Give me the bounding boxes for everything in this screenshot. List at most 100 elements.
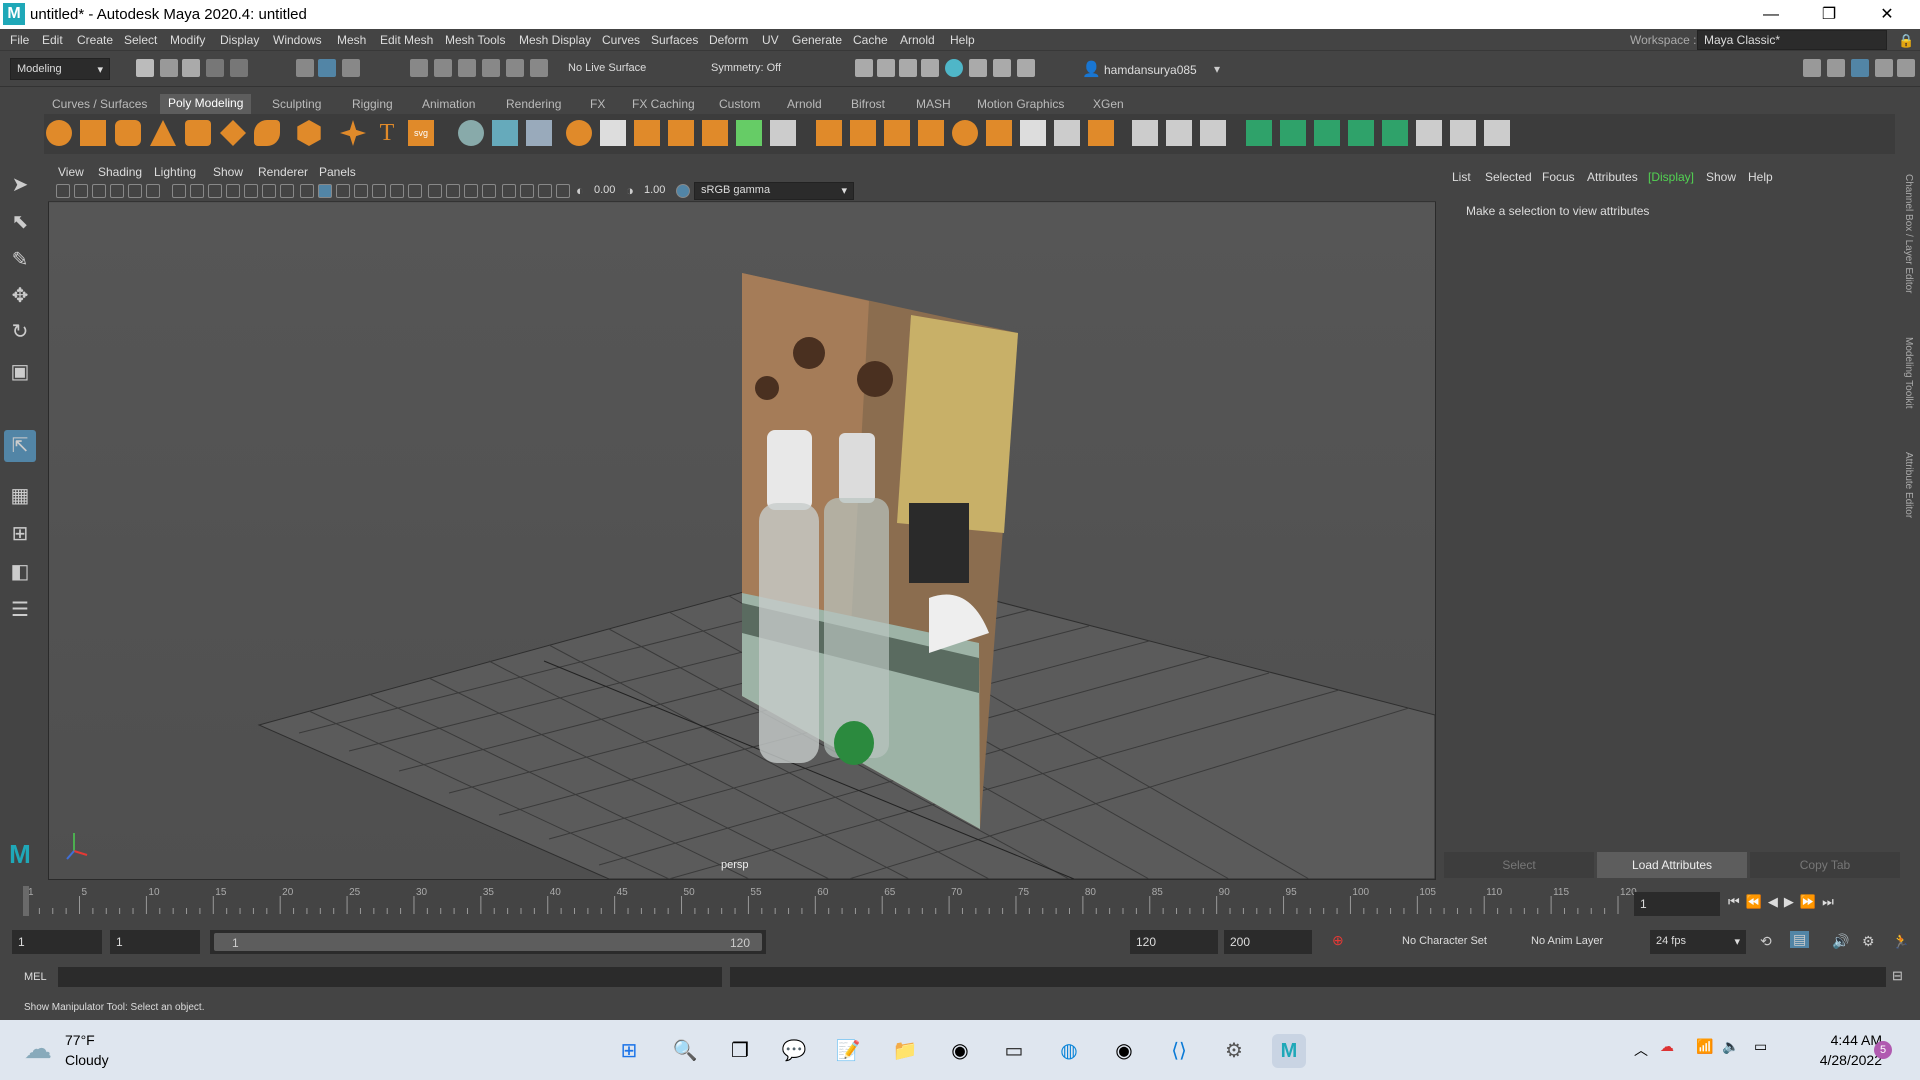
notification-badge[interactable]: 5	[1874, 1041, 1892, 1059]
ae-tab-display[interactable]: [Display]	[1648, 170, 1694, 184]
minimize-button[interactable]: —	[1742, 0, 1800, 29]
sew-uv-icon[interactable]	[1314, 120, 1340, 146]
poly-torus-icon[interactable]	[185, 120, 211, 146]
poly-sphere-icon[interactable]	[46, 120, 72, 146]
anim-layer[interactable]: No Anim Layer	[1531, 935, 1603, 947]
shelf-tab-custom[interactable]: Custom	[719, 97, 760, 111]
depth-of-field-icon[interactable]	[482, 184, 496, 198]
run-icon[interactable]: 🏃	[1892, 933, 1909, 950]
current-frame-field[interactable]: 1	[1634, 892, 1720, 916]
bookmark-icon[interactable]	[92, 184, 106, 198]
bevel-icon[interactable]	[702, 120, 728, 146]
gate-mask-icon[interactable]	[226, 184, 240, 198]
platonic-solid-icon[interactable]	[297, 120, 321, 146]
type-icon[interactable]: T	[374, 120, 400, 146]
maximize-button[interactable]: ❐	[1800, 0, 1858, 29]
ipr-render-icon[interactable]	[899, 59, 917, 77]
persp-outliner-icon[interactable]: ◧	[4, 556, 36, 588]
render-settings-icon[interactable]	[921, 59, 939, 77]
grid-toggle-icon[interactable]	[172, 184, 186, 198]
image-plane-icon[interactable]	[110, 184, 124, 198]
range-handle[interactable]: 1 120	[214, 933, 762, 951]
grease-pencil-icon[interactable]	[146, 184, 160, 198]
menu-windows[interactable]: Windows	[273, 33, 322, 47]
chat-icon[interactable]: 💬	[777, 1034, 811, 1068]
default-material-icon[interactable]	[336, 184, 350, 198]
save-scene-icon[interactable]	[182, 59, 200, 77]
select-tool-icon[interactable]: ➤	[4, 169, 36, 201]
snap-curve-icon[interactable]	[434, 59, 452, 77]
battery-icon[interactable]: ▭	[1754, 1038, 1767, 1055]
transfer-icon[interactable]	[1450, 120, 1476, 146]
menu-edit-mesh[interactable]: Edit Mesh	[380, 33, 433, 47]
temperature[interactable]: 77°F	[65, 1032, 95, 1048]
command-input[interactable]	[58, 967, 722, 987]
ae-tab-focus[interactable]: Focus	[1542, 170, 1575, 184]
wifi-icon[interactable]: 📶	[1696, 1038, 1713, 1055]
uv-editor-icon[interactable]	[1200, 120, 1226, 146]
vp-menu-panels[interactable]: Panels	[319, 165, 356, 179]
move-tool-icon[interactable]: ✥	[4, 280, 36, 312]
attribute-editor-icon[interactable]	[1851, 59, 1869, 77]
auto-key-icon[interactable]: ⊕	[1332, 932, 1344, 949]
search-icon[interactable]: 🔍	[668, 1034, 702, 1068]
vp-menu-shading[interactable]: Shading	[98, 165, 142, 179]
planar-uv-icon[interactable]	[1132, 120, 1158, 146]
side-tab-modeling-toolkit[interactable]: Modeling Toolkit	[1903, 337, 1914, 409]
range-bar[interactable]: 1 120	[210, 930, 766, 954]
user-dropdown-icon[interactable]: ▾	[1214, 62, 1220, 76]
menu-help[interactable]: Help	[950, 33, 975, 47]
snap-grid-icon[interactable]	[410, 59, 428, 77]
redo-icon[interactable]	[230, 59, 248, 77]
shelf-tab-rigging[interactable]: Rigging	[352, 97, 393, 111]
shadows-icon[interactable]	[408, 184, 422, 198]
four-view-icon[interactable]: ⊞	[4, 518, 36, 550]
vp-menu-view[interactable]: View	[58, 165, 84, 179]
playback-controls-icon[interactable]: ⏮⏪◀▶⏩⏭	[1728, 894, 1840, 910]
rotate-tool-icon[interactable]: ↻	[4, 316, 36, 348]
vscode-icon[interactable]: ⟨⟩	[1162, 1034, 1196, 1068]
single-perspective-icon[interactable]: ▦	[4, 480, 36, 512]
super-shape-icon[interactable]	[340, 120, 366, 146]
character-set[interactable]: No Character Set	[1402, 935, 1487, 947]
user-name[interactable]: hamdansurya085	[1104, 63, 1197, 77]
shelf-tab-fx[interactable]: FX	[590, 97, 605, 111]
multi-cut-icon[interactable]	[736, 120, 762, 146]
menuset-dropdown[interactable]: Modeling ▾	[10, 58, 110, 80]
menu-surfaces[interactable]: Surfaces	[651, 33, 698, 47]
mel-label[interactable]: MEL	[24, 971, 47, 983]
automatic-uv-icon[interactable]	[1166, 120, 1192, 146]
smooth-shade-icon[interactable]	[318, 184, 332, 198]
snap-point-icon[interactable]	[458, 59, 476, 77]
menu-uv[interactable]: UV	[762, 33, 779, 47]
snap-view-icon[interactable]	[482, 59, 500, 77]
bridge-icon[interactable]	[668, 120, 694, 146]
shelf-tab-fx-caching[interactable]: FX Caching	[632, 97, 695, 111]
render-frame-icon[interactable]	[877, 59, 895, 77]
menu-modify[interactable]: Modify	[170, 33, 205, 47]
time-ruler[interactable]: 1 5 10 15 20 25 30 35 40 45 50 55 60 65 70 75 80 85 90 95 10…	[22, 884, 1642, 922]
manipulator-tool-icon[interactable]: ⇱	[4, 430, 36, 462]
lock-icon[interactable]: 🔒	[1898, 33, 1914, 49]
ae-tab-attributes[interactable]: Attributes	[1587, 170, 1638, 184]
poly-cone-icon[interactable]	[150, 120, 176, 146]
uv-editor-green-icon[interactable]	[1246, 120, 1272, 146]
modeling-toolkit-icon[interactable]	[1803, 59, 1821, 77]
gamma-value[interactable]: 1.00	[644, 184, 665, 196]
hypershade-icon[interactable]	[945, 59, 963, 77]
poly-disc-icon[interactable]	[254, 120, 280, 146]
xray-joints-icon[interactable]	[556, 184, 570, 198]
task-view-icon[interactable]: ❐	[723, 1034, 757, 1068]
motion-blur-icon[interactable]	[446, 184, 460, 198]
clock-date[interactable]: 4/28/2022	[1800, 1052, 1882, 1068]
offset-edge-loop-icon[interactable]	[850, 120, 876, 146]
ae-tab-help[interactable]: Help	[1748, 170, 1773, 184]
resolution-gate-icon[interactable]	[208, 184, 222, 198]
persp-viewport[interactable]: persp	[49, 203, 1435, 879]
live-surface-field[interactable]: No Live Surface	[562, 58, 672, 80]
load-attributes-button[interactable]: Load Attributes	[1597, 852, 1747, 878]
menu-file[interactable]: File	[10, 33, 29, 47]
mirror-icon[interactable]	[526, 120, 552, 146]
menu-mesh[interactable]: Mesh	[337, 33, 366, 47]
reduce-icon[interactable]	[600, 120, 626, 146]
